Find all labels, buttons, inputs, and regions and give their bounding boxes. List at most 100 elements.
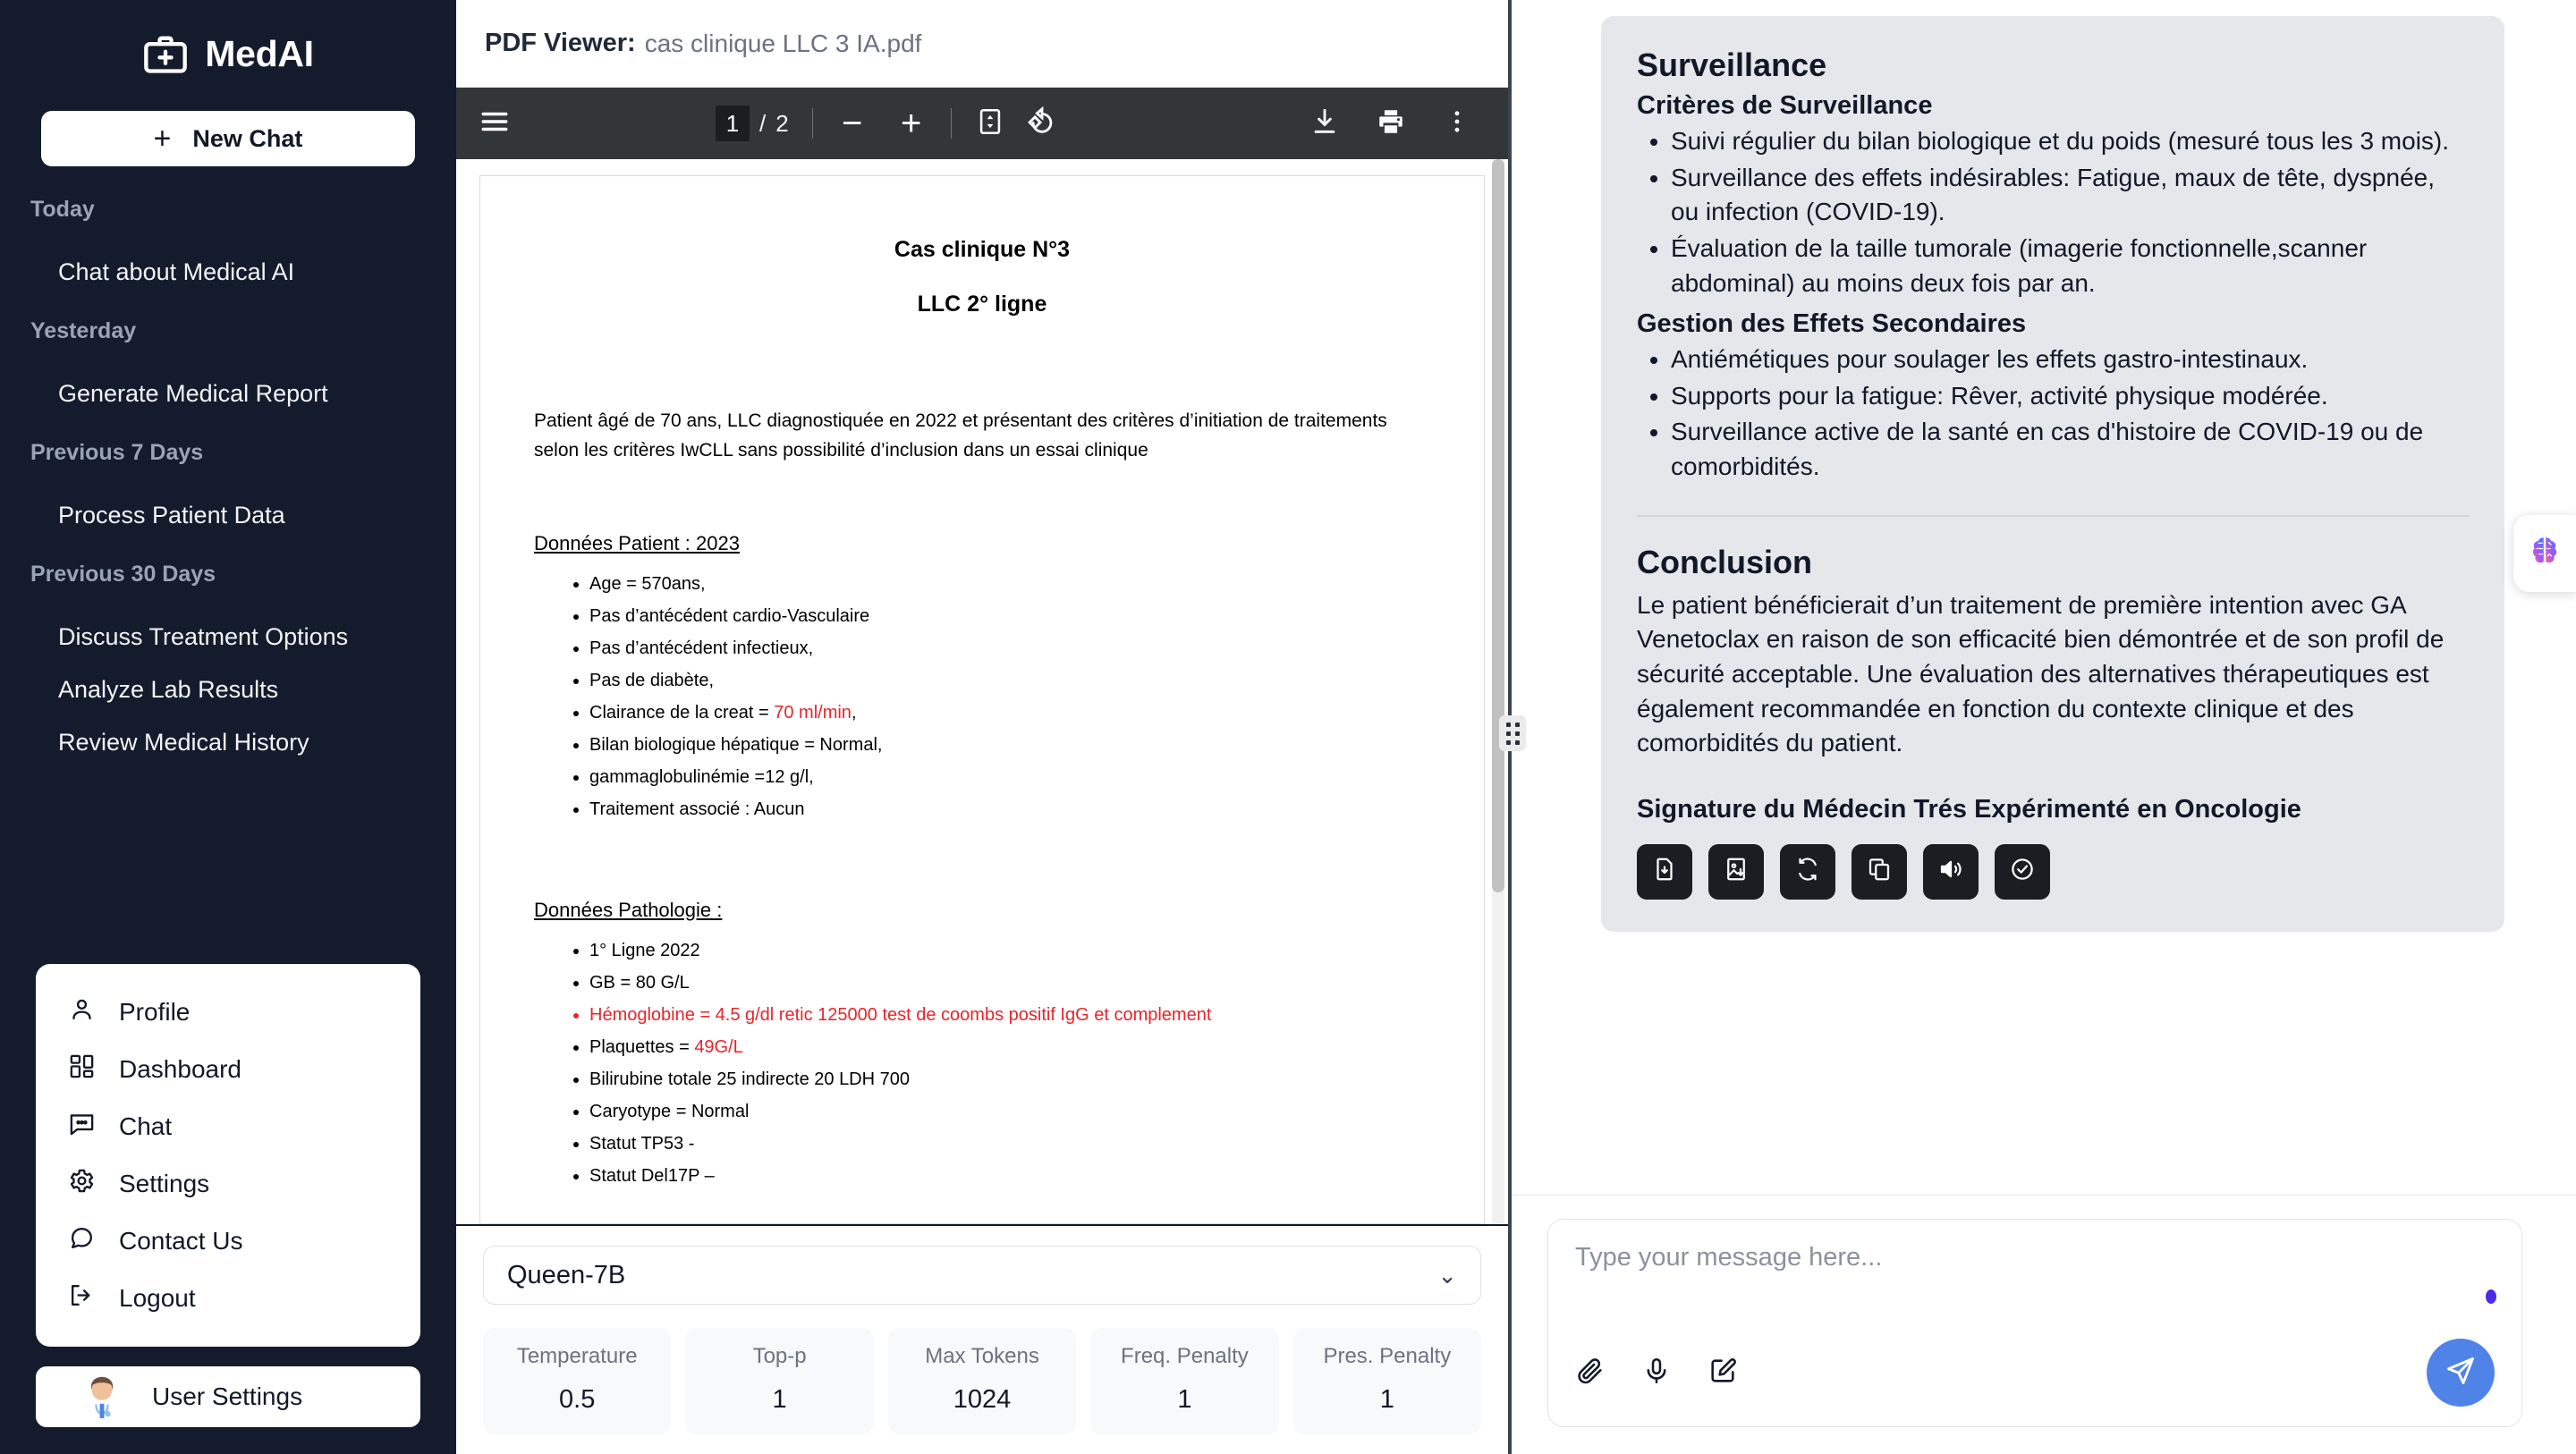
fit-page-icon[interactable] bbox=[975, 106, 1005, 141]
download-image-icon bbox=[1723, 856, 1750, 887]
menu-item-label: Settings bbox=[119, 1170, 210, 1197]
heading-criteres-surveillance: Critères de Surveillance bbox=[1637, 91, 1933, 120]
message-input[interactable]: Type your message here... bbox=[1575, 1243, 2495, 1272]
list-item: Caryotype = Normal bbox=[589, 1103, 1430, 1120]
brain-assistant-button[interactable] bbox=[2513, 515, 2576, 592]
new-chat-button[interactable]: + New Chat bbox=[41, 111, 415, 166]
page-separator: / bbox=[759, 109, 767, 137]
pdf-page-container: Cas clinique N°3 LLC 2° ligne Patient âg… bbox=[456, 159, 1508, 1224]
menu-item-profile[interactable]: Profile bbox=[36, 984, 420, 1041]
history-item-review-medical-history[interactable]: Review Medical History bbox=[0, 716, 456, 769]
regenerate-button[interactable] bbox=[1780, 843, 1835, 900]
list-item: gammaglobulinémie =12 g/l, bbox=[589, 768, 1430, 786]
list-item: Antiémétiques pour soulager les effets g… bbox=[1671, 342, 2469, 377]
list-item: Pas de diabète, bbox=[589, 672, 1430, 689]
history-group-label-yesterday: Yesterday bbox=[30, 318, 137, 343]
list-item: Age = 570ans, bbox=[589, 575, 1430, 593]
copy-button[interactable] bbox=[1852, 843, 1907, 900]
doc-patient-list: Age = 570ans, Pas d’antécédent cardio-Va… bbox=[589, 575, 1430, 818]
list-item: Suivi régulier du bilan biologique et du… bbox=[1671, 124, 2469, 159]
medical-bag-icon bbox=[142, 30, 189, 77]
doc-intro-paragraph: Patient âgé de 70 ans, LLC diagnostiquée… bbox=[534, 410, 1387, 461]
page-number-input[interactable]: 1 bbox=[716, 106, 750, 142]
microphone-icon[interactable] bbox=[1641, 1356, 1672, 1391]
user-settings-button[interactable]: User Settings bbox=[36, 1366, 420, 1427]
model-select[interactable]: Queen-7B ⌄ bbox=[483, 1246, 1481, 1305]
param-card-top-p[interactable]: Top-p 1 bbox=[685, 1328, 874, 1434]
history-item-chat-about-medical-ai[interactable]: Chat about Medical AI bbox=[0, 246, 456, 299]
heading-conclusion: Conclusion bbox=[1637, 543, 1812, 580]
model-settings-panel: Queen-7B ⌄ Temperature 0.5 Top-p 1 Max T… bbox=[456, 1224, 1508, 1454]
list-item: Bilirubine totale 25 indirecte 20 LDH 70… bbox=[589, 1070, 1430, 1088]
list-item: GB = 80 G/L bbox=[589, 974, 1430, 992]
pdf-viewer-header: PDF Viewer: cas clinique LLC 3 IA.pdf bbox=[456, 0, 1508, 89]
pdf-toolbar: 1 / 2 − + bbox=[456, 88, 1508, 160]
rotate-icon[interactable] bbox=[1027, 106, 1057, 141]
edit-icon[interactable] bbox=[1707, 1356, 1738, 1391]
list-item: Traitement associé : Aucun bbox=[589, 800, 1430, 818]
sidebar-toggle-icon[interactable] bbox=[479, 106, 510, 141]
list-item-creatinine: Clairance de la creat = 70 ml/min, bbox=[589, 704, 1430, 722]
param-card-pres-penalty[interactable]: Pres. Penalty 1 bbox=[1292, 1328, 1482, 1434]
logout-icon bbox=[68, 1281, 96, 1315]
param-value: 1 bbox=[772, 1385, 787, 1414]
avatar bbox=[79, 1372, 125, 1423]
param-card-max-tokens[interactable]: Max Tokens 1024 bbox=[887, 1328, 1077, 1434]
param-label: Top-p bbox=[752, 1344, 807, 1368]
menu-item-chat[interactable]: Chat bbox=[36, 1098, 420, 1155]
pdf-scrollbar[interactable] bbox=[1492, 159, 1504, 1224]
section-divider bbox=[1637, 514, 2469, 517]
assistant-message: Surveillance Critères de Surveillance Su… bbox=[1601, 16, 2504, 932]
user-icon bbox=[68, 995, 96, 1029]
brand: MedAI bbox=[0, 0, 456, 102]
doc-subtitle: LLC 2° ligne bbox=[917, 292, 1047, 317]
list-item: 1° Ligne 2022 bbox=[589, 942, 1430, 959]
menu-item-label: Contact Us bbox=[119, 1227, 243, 1255]
parameter-cards: Temperature 0.5 Top-p 1 Max Tokens 1024 … bbox=[483, 1328, 1482, 1434]
history-item-analyze-lab-results[interactable]: Analyze Lab Results bbox=[0, 664, 456, 716]
grip-dots-icon bbox=[1514, 722, 1520, 745]
zoom-out-button[interactable]: − bbox=[836, 106, 869, 141]
history-group-label-previous-7-days: Previous 7 Days bbox=[30, 440, 204, 465]
history-group-label-today: Today bbox=[30, 197, 95, 222]
approve-button[interactable] bbox=[1995, 843, 2050, 900]
doc-pathology-list: 1° Ligne 2022 GB = 80 G/L Hémoglobine = … bbox=[589, 942, 1430, 1185]
pdf-viewer-title: PDF Viewer: bbox=[485, 29, 636, 58]
menu-item-label: Logout bbox=[119, 1284, 196, 1312]
download-icon[interactable] bbox=[1309, 106, 1340, 141]
pdf-toolbar-actions bbox=[1309, 106, 1485, 141]
history-item-discuss-treatment-options[interactable]: Discuss Treatment Options bbox=[0, 611, 456, 664]
status-dot bbox=[2486, 1289, 2496, 1304]
more-options-icon[interactable] bbox=[1442, 106, 1472, 141]
param-label: Pres. Penalty bbox=[1323, 1344, 1452, 1368]
doc-pathology-heading: Données Pathologie : bbox=[534, 898, 723, 921]
print-icon[interactable] bbox=[1376, 106, 1406, 141]
doc-title: Cas clinique N°3 bbox=[894, 237, 1071, 263]
list-item: Statut TP53 - bbox=[589, 1135, 1430, 1153]
message-actions bbox=[1637, 843, 2469, 900]
menu-item-dashboard[interactable]: Dashboard bbox=[36, 1041, 420, 1098]
zoom-in-button[interactable]: + bbox=[895, 106, 928, 141]
history-item-generate-medical-report[interactable]: Generate Medical Report bbox=[0, 368, 456, 420]
param-card-freq-penalty[interactable]: Freq. Penalty 1 bbox=[1090, 1328, 1279, 1434]
toolbar-divider bbox=[950, 108, 952, 139]
menu-item-settings[interactable]: Settings bbox=[36, 1155, 420, 1213]
menu-item-logout[interactable]: Logout bbox=[36, 1270, 420, 1327]
menu-item-contact-us[interactable]: Contact Us bbox=[36, 1213, 420, 1270]
list-item: Pas d’antécédent infectieux, bbox=[589, 639, 1430, 657]
attach-icon[interactable] bbox=[1575, 1356, 1606, 1391]
pdf-page-controls: 1 / 2 − + bbox=[716, 106, 1057, 142]
pdf-scrollbar-thumb[interactable] bbox=[1492, 159, 1504, 893]
download-file-button[interactable] bbox=[1637, 843, 1692, 900]
speaker-button[interactable] bbox=[1923, 843, 1979, 900]
criteres-list: Suivi régulier du bilan biologique et du… bbox=[1671, 124, 2469, 300]
param-card-temperature[interactable]: Temperature 0.5 bbox=[483, 1328, 672, 1434]
panel-resize-handle[interactable] bbox=[1499, 715, 1526, 751]
download-image-button[interactable] bbox=[1708, 843, 1764, 900]
list-item: Statut Del17P – bbox=[589, 1167, 1430, 1185]
grip-dots-icon bbox=[1505, 722, 1511, 745]
chat-messages: Surveillance Critères de Surveillance Su… bbox=[1512, 0, 2576, 1195]
creatinine-value: 70 ml/min bbox=[774, 702, 852, 723]
history-item-process-patient-data[interactable]: Process Patient Data bbox=[0, 489, 456, 542]
send-button[interactable] bbox=[2427, 1339, 2495, 1407]
